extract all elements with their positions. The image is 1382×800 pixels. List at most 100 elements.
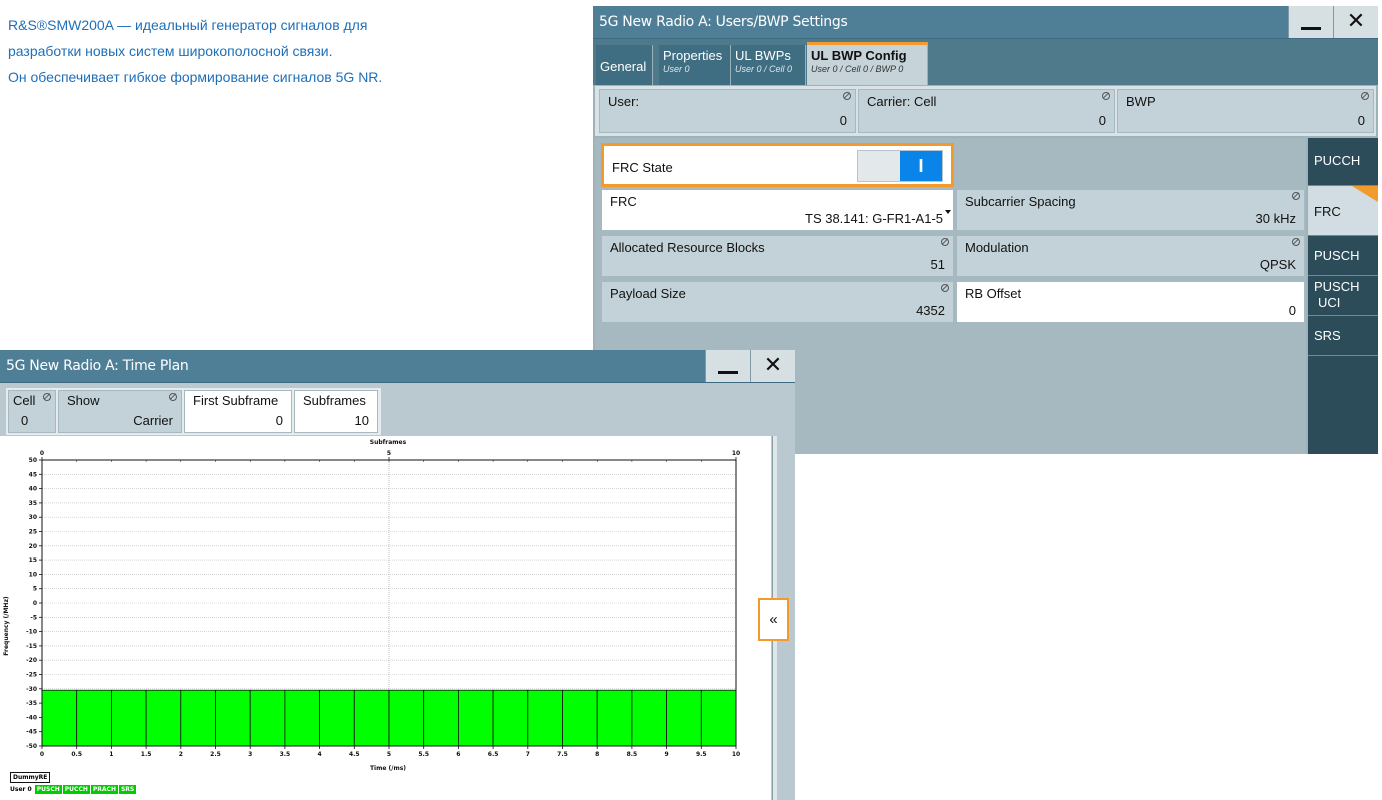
side-tab-srs[interactable]: SRS xyxy=(1308,316,1378,356)
tab-ul-bwp-config[interactable]: UL BWP Config User 0 / Cell 0 / BWP 0 xyxy=(807,42,928,85)
field-label: FRC State xyxy=(612,160,673,175)
subcarrier-spacing-field[interactable]: Subcarrier Spacing 30 kHz xyxy=(956,189,1305,231)
field-value: 0 xyxy=(275,413,283,428)
x-tick-label: 6 xyxy=(456,751,460,758)
side-tab-bar: PUCCH FRC PUSCH PUSCH UCI SRS xyxy=(1308,138,1378,454)
minimize-button[interactable] xyxy=(1288,6,1333,38)
field-value: 0 xyxy=(21,413,29,428)
title-bar: 5G New Radio A: Time Plan ✕ xyxy=(0,350,795,383)
modulation-field[interactable]: Modulation QPSK xyxy=(956,235,1305,277)
x-tick-label: 4.5 xyxy=(349,751,360,758)
x-tick-label: 8 xyxy=(595,751,599,758)
toggle-label: I xyxy=(918,156,924,176)
field-label: Allocated Resource Blocks xyxy=(610,240,765,255)
chevron-down-icon xyxy=(945,210,951,214)
y-tick-label: 35 xyxy=(29,500,37,507)
field-label: BWP xyxy=(1126,94,1156,109)
side-tab-label: SRS xyxy=(1314,328,1341,343)
allocation-block xyxy=(666,689,702,747)
tab-label: UL BWPs xyxy=(735,48,791,63)
top-tick-label: 5 xyxy=(387,450,391,457)
side-tab-frc[interactable]: FRC xyxy=(1308,186,1378,236)
show-field[interactable]: Show Carrier xyxy=(58,390,182,433)
y-tick-label: -10 xyxy=(26,629,37,636)
x-tick-label: 0.5 xyxy=(71,751,82,758)
side-tab-pusch-uci[interactable]: PUSCH UCI xyxy=(1308,276,1378,316)
allocation-block xyxy=(145,689,182,747)
allocation-block xyxy=(215,689,251,747)
allocation-block xyxy=(527,689,563,747)
cell-field[interactable]: Cell 0 xyxy=(8,390,56,433)
field-label: Carrier: Cell xyxy=(867,94,937,109)
y-tick-label: -15 xyxy=(26,643,37,650)
rb-offset-input[interactable]: RB Offset 0 xyxy=(956,281,1305,323)
field-value: 0 xyxy=(1288,303,1296,318)
allocation-block xyxy=(388,689,425,747)
first-subframe-input[interactable]: First Subframe 0 xyxy=(184,390,292,433)
allocation-block xyxy=(631,689,668,747)
allocation-block xyxy=(700,689,737,747)
x-axis-label: Time (/ms) xyxy=(370,765,406,772)
allocated-resource-blocks-field[interactable]: Allocated Resource Blocks 51 xyxy=(601,235,954,277)
field-value: 0 xyxy=(1357,113,1365,128)
frc-state-toggle[interactable]: I xyxy=(857,150,943,182)
field-value: TS 38.141: G-FR1-A1-5 xyxy=(805,211,943,226)
side-tab-label: PUCCH xyxy=(1314,153,1361,168)
close-icon: ✕ xyxy=(1346,9,1366,34)
close-button[interactable]: ✕ xyxy=(1333,6,1378,38)
field-value: Carrier xyxy=(133,413,173,428)
x-tick-label: 1.5 xyxy=(141,751,152,758)
legend: DummyRE User 0 PUSCH PUCCH PRACH SRS xyxy=(10,772,137,794)
field-label: Modulation xyxy=(965,240,1029,255)
payload-size-field[interactable]: Payload Size 4352 xyxy=(601,281,954,323)
double-chevron-left-icon: « xyxy=(769,611,778,628)
side-tab-label: PUSCH xyxy=(1314,248,1360,263)
y-tick-label: 45 xyxy=(29,471,37,478)
x-tick-label: 9 xyxy=(665,751,669,758)
y-tick-label: 10 xyxy=(29,571,37,578)
window-title: 5G New Radio A: Time Plan xyxy=(6,358,189,374)
tab-general[interactable]: General xyxy=(596,45,653,85)
x-tick-label: 7.5 xyxy=(557,751,568,758)
collapse-panel-button[interactable]: « xyxy=(758,598,789,641)
allocation-block xyxy=(76,689,112,747)
frc-state-field[interactable]: FRC State I xyxy=(601,143,954,187)
y-tick-label: 50 xyxy=(29,457,37,464)
y-tick-label: -5 xyxy=(30,614,37,621)
close-button[interactable]: ✕ xyxy=(750,350,795,382)
field-label: Show xyxy=(67,393,100,408)
y-tick-label: 25 xyxy=(29,529,37,536)
bwp-field[interactable]: BWP 0 xyxy=(1117,89,1374,133)
frc-select[interactable]: FRC TS 38.141: G-FR1-A1-5 xyxy=(601,189,954,231)
field-label: Cell xyxy=(13,393,36,408)
y-axis-label: Frequency (/MHz) xyxy=(3,596,10,656)
read-only-icon xyxy=(1292,192,1300,200)
active-corner-marker xyxy=(1352,186,1378,202)
read-only-icon xyxy=(941,284,949,292)
legend-item-pucch: PUCCH xyxy=(62,785,90,794)
carrier-field[interactable]: Carrier: Cell 0 xyxy=(858,89,1115,133)
side-tab-pusch[interactable]: PUSCH xyxy=(1308,236,1378,276)
minimize-icon xyxy=(1301,26,1321,30)
title-bar: 5G New Radio A: Users/BWP Settings ✕ xyxy=(593,6,1378,39)
minimize-button[interactable] xyxy=(705,350,750,382)
user-field[interactable]: User: 0 xyxy=(599,89,856,133)
x-tick-label: 0 xyxy=(40,751,44,758)
tab-sublabel: User 0 / Cell 0 / BWP 0 xyxy=(811,64,904,74)
side-tab-label: FRC xyxy=(1314,204,1341,219)
tab-label: General xyxy=(600,59,647,74)
caption-line: R&S®SMW200A — идеальный генератор сигнал… xyxy=(8,17,368,33)
subframes-input[interactable]: Subframes 10 xyxy=(294,390,378,433)
y-tick-label: -35 xyxy=(26,700,37,707)
side-tab-label: UCI xyxy=(1318,295,1341,310)
tab-properties[interactable]: Properties User 0 xyxy=(659,45,731,85)
top-axis-label: Subframes xyxy=(370,439,407,446)
y-tick-label: 40 xyxy=(29,486,37,493)
tab-ul-bwps[interactable]: UL BWPs User 0 / Cell 0 xyxy=(731,45,806,85)
tab-label: Properties xyxy=(663,48,723,63)
tab-sublabel: User 0 / Cell 0 xyxy=(735,64,793,74)
field-value: 10 xyxy=(354,413,369,428)
allocation-block xyxy=(423,689,459,747)
side-tab-pucch[interactable]: PUCCH xyxy=(1308,138,1378,186)
allocation-block xyxy=(319,689,355,747)
